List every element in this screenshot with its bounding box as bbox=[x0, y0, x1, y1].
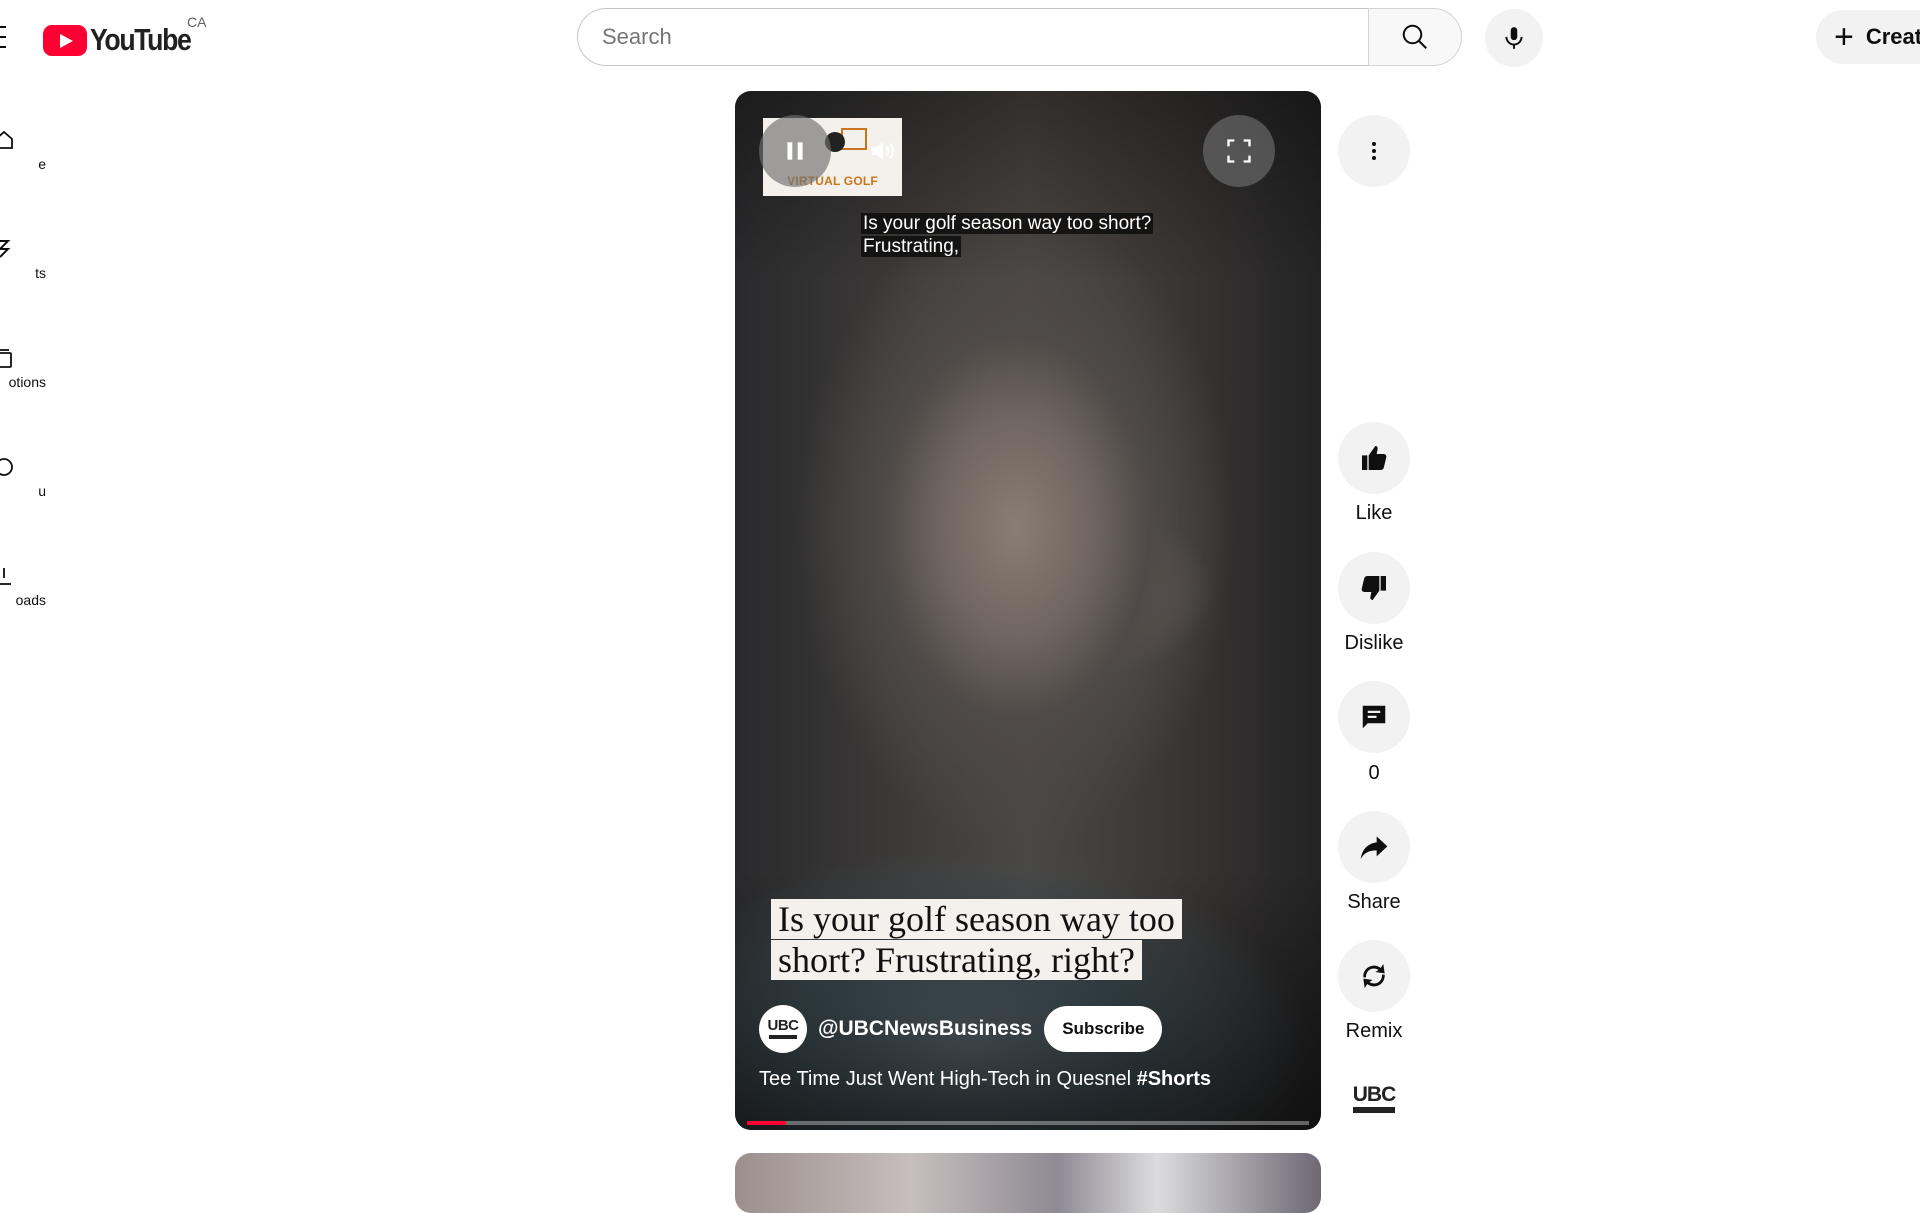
more-vert-icon bbox=[1372, 142, 1376, 160]
share-icon bbox=[1360, 836, 1388, 859]
avatar-text: UBC bbox=[767, 1017, 800, 1034]
share-button[interactable] bbox=[1338, 811, 1410, 883]
share-label: Share bbox=[1347, 891, 1401, 913]
sidebar-item-you[interactable]: u bbox=[0, 441, 50, 521]
menu-icon[interactable] bbox=[0, 26, 6, 48]
sidebar-item-downloads[interactable]: oads bbox=[0, 550, 50, 630]
microphone-icon bbox=[1505, 27, 1523, 49]
plus-icon: + bbox=[1834, 18, 1854, 56]
volume-button[interactable] bbox=[853, 115, 913, 187]
sidebar-item-label: ts bbox=[35, 265, 46, 281]
channel-logo[interactable]: UBC bbox=[1352, 1083, 1396, 1113]
next-short-preview[interactable] bbox=[735, 1153, 1321, 1213]
burned-in-caption: Is your golf season way too short? Frust… bbox=[771, 899, 1182, 981]
create-button[interactable]: + Create bbox=[1816, 10, 1920, 64]
youtube-play-icon bbox=[43, 24, 87, 56]
remix-icon bbox=[1363, 964, 1385, 988]
logo-text: YouTube bbox=[90, 22, 192, 57]
like-button[interactable] bbox=[1338, 422, 1410, 494]
create-label: Create bbox=[1865, 24, 1920, 49]
sidebar-item-label: u bbox=[38, 483, 46, 499]
you-icon bbox=[0, 458, 13, 476]
pause-button[interactable] bbox=[759, 115, 831, 187]
pause-icon bbox=[787, 142, 803, 160]
fullscreen-button[interactable] bbox=[1203, 115, 1275, 187]
dislike-button[interactable] bbox=[1338, 552, 1410, 624]
subscriptions-icon bbox=[0, 349, 12, 368]
shorts-icon bbox=[0, 240, 11, 258]
search-box bbox=[577, 8, 1370, 66]
thumbs-up-icon bbox=[1362, 446, 1387, 470]
caption-line: short? Frustrating, right? bbox=[771, 940, 1142, 980]
volume-icon bbox=[871, 142, 895, 160]
sidebar-item-label: oads bbox=[15, 592, 46, 608]
progress-bar[interactable] bbox=[747, 1121, 1309, 1125]
remix-button[interactable] bbox=[1338, 940, 1410, 1012]
comments-button[interactable] bbox=[1338, 681, 1410, 753]
subscribe-button[interactable]: Subscribe bbox=[1044, 1006, 1163, 1052]
video-title[interactable]: Tee Time Just Went High-Tech in Quesnel … bbox=[759, 1068, 1211, 1091]
caption-line: Is your golf season way too bbox=[771, 899, 1182, 939]
sidebar-item-label: e bbox=[38, 156, 46, 172]
search-icon bbox=[1402, 24, 1427, 49]
voice-search-button[interactable] bbox=[1485, 9, 1543, 67]
home-icon bbox=[0, 130, 13, 149]
avatar-bar bbox=[769, 1035, 797, 1039]
downloads-icon bbox=[0, 568, 11, 585]
like-label: Like bbox=[1355, 502, 1393, 524]
dislike-label: Dislike bbox=[1344, 632, 1404, 654]
country-code: CA bbox=[187, 14, 207, 30]
thumbs-down-icon bbox=[1361, 576, 1386, 600]
channel-row: UBC @UBCNewsBusiness Subscribe bbox=[759, 1005, 1163, 1053]
comments-count: 0 bbox=[1368, 762, 1380, 784]
search-button[interactable] bbox=[1368, 8, 1462, 66]
sidebar-item-home[interactable]: e bbox=[0, 114, 50, 194]
fullscreen-icon bbox=[1227, 139, 1251, 163]
search-input[interactable] bbox=[602, 24, 1370, 50]
more-options-button[interactable] bbox=[1338, 115, 1410, 187]
channel-logo-bar bbox=[1353, 1107, 1395, 1113]
youtube-logo[interactable]: YouTube bbox=[43, 22, 207, 58]
sidebar-item-subscriptions[interactable]: otions bbox=[0, 332, 50, 412]
sidebar-item-shorts[interactable]: ts bbox=[0, 223, 50, 303]
channel-avatar[interactable]: UBC bbox=[759, 1005, 807, 1053]
caption-line: Is your golf season way too short? bbox=[861, 213, 1154, 234]
progress-bar-fill bbox=[747, 1121, 787, 1125]
shorts-hashtag-link[interactable]: #Shorts bbox=[1137, 1068, 1211, 1090]
channel-name-link[interactable]: @UBCNewsBusiness bbox=[818, 1017, 1032, 1041]
channel-logo-text: UBC bbox=[1352, 1083, 1396, 1106]
sidebar-item-label: otions bbox=[8, 374, 46, 390]
closed-captions: Is your golf season way too short? Frust… bbox=[861, 212, 1154, 258]
remix-label: Remix bbox=[1345, 1020, 1403, 1042]
shorts-video-player[interactable]: VIRTUAL GOLF Is your golf season way too… bbox=[735, 91, 1321, 1130]
caption-line: Frustrating, bbox=[861, 236, 962, 257]
top-bar: YouTube CA + Create bbox=[0, 0, 1920, 74]
comment-icon bbox=[1362, 705, 1386, 729]
video-title-text: Tee Time Just Went High-Tech in Quesnel bbox=[759, 1068, 1137, 1090]
